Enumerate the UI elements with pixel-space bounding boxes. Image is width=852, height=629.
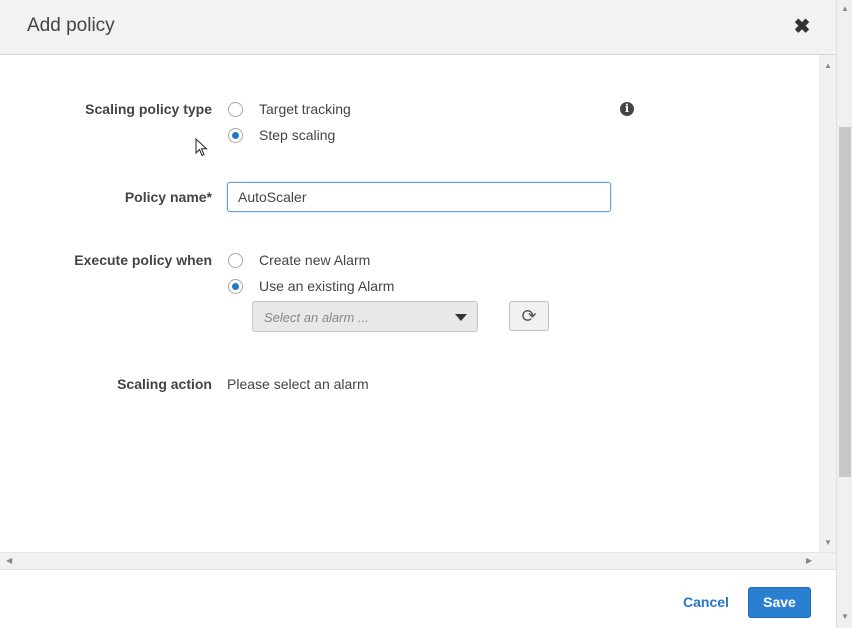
target-tracking-label[interactable]: Target tracking [259,101,351,117]
use-existing-alarm-label[interactable]: Use an existing Alarm [259,278,394,294]
alarm-select-placeholder: Select an alarm ... [264,310,369,325]
close-icon[interactable]: ✖ [793,16,811,38]
scaling-action-label: Scaling action [117,376,212,392]
page-scrollbar-thumb[interactable] [839,127,851,477]
execute-policy-when-label: Execute policy when [74,252,212,268]
add-policy-dialog: Add policy ✖ Scaling policy type Target … [0,0,852,629]
policy-name-label: Policy name* [124,189,212,205]
scroll-up-icon[interactable]: ▲ [824,61,832,70]
dialog-header: Add policy ✖ [0,0,836,55]
refresh-icon: ⟳ [521,306,537,326]
scroll-down-icon[interactable]: ▼ [824,538,832,547]
info-icon[interactable]: i [620,102,634,116]
mouse-cursor-icon [195,138,208,157]
scaling-policy-type-label: Scaling policy type [85,101,212,117]
step-scaling-radio[interactable] [228,128,243,143]
scroll-right-icon[interactable]: ▶ [806,556,812,565]
horizontal-scrollbar[interactable]: ◀ ▶ [0,552,836,569]
vertical-scrollbar[interactable]: ▲ ▼ [819,55,836,552]
refresh-button[interactable]: ⟳ [509,301,549,331]
page-scroll-up-icon[interactable]: ▲ [841,4,849,13]
dialog-title: Add policy [27,15,115,36]
target-tracking-radio[interactable] [228,102,243,117]
scroll-left-icon[interactable]: ◀ [6,556,12,565]
cancel-button[interactable]: Cancel [683,594,729,610]
policy-name-input[interactable] [227,182,611,212]
use-existing-alarm-radio[interactable] [228,279,243,294]
save-button[interactable]: Save [748,587,811,618]
page-scrollbar[interactable]: ▲ ▼ [836,0,852,628]
create-new-alarm-label[interactable]: Create new Alarm [259,252,370,268]
alarm-select[interactable]: Select an alarm ... [252,301,478,332]
page-scroll-down-icon[interactable]: ▼ [841,612,849,621]
scaling-action-value: Please select an alarm [227,376,369,392]
step-scaling-label[interactable]: Step scaling [259,127,335,143]
create-new-alarm-radio[interactable] [228,253,243,268]
chevron-down-icon [455,314,467,321]
